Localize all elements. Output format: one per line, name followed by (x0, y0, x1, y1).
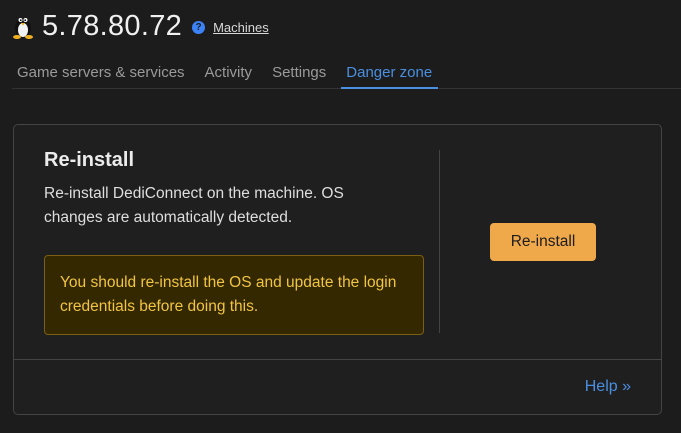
tab-danger-zone[interactable]: Danger zone (341, 58, 439, 89)
tab-settings[interactable]: Settings (267, 58, 332, 89)
page-title: 5.78.80.72 (42, 9, 183, 42)
help-link[interactable]: Help » (585, 378, 631, 396)
card-body: Re-install Re-install DediConnect on the… (14, 125, 661, 360)
column-divider (439, 150, 440, 333)
section-description: Re-install DediConnect on the machine. O… (44, 185, 344, 226)
warning-alert: You should re-install the OS and update … (44, 255, 424, 335)
tab-bar: Game servers & services Activity Setting… (12, 58, 681, 89)
tab-game-servers[interactable]: Game servers & services (12, 58, 191, 89)
page-header: 5.78.80.72 ? Machines (12, 8, 269, 44)
linux-tux-icon (12, 13, 34, 39)
machines-link[interactable]: Machines (213, 20, 269, 35)
question-circle-icon[interactable]: ? (192, 21, 206, 34)
reinstall-info: Re-install Re-install DediConnect on the… (44, 149, 424, 335)
section-title: Re-install (44, 149, 135, 171)
reinstall-button[interactable]: Re-install (490, 223, 596, 261)
reinstall-card: Re-install Re-install DediConnect on the… (13, 124, 662, 415)
tab-activity[interactable]: Activity (200, 58, 259, 89)
